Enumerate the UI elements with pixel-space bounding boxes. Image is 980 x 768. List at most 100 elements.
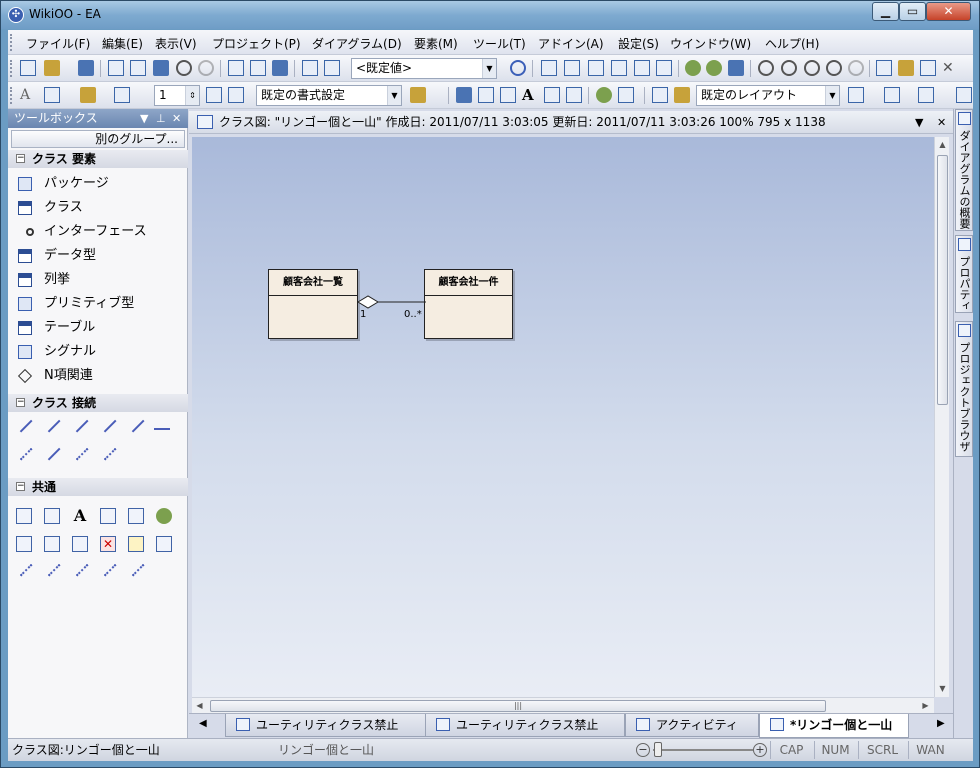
menu-edit[interactable]: 編集(E) — [102, 35, 143, 52]
realize-common-icon[interactable] — [43, 559, 61, 577]
spinner-icon[interactable]: ⇕ — [185, 86, 199, 105]
page-setup-icon[interactable] — [250, 60, 266, 76]
section-class-connectors[interactable]: − クラス 接続 — [8, 394, 188, 412]
zoom-in-icon[interactable] — [758, 60, 774, 76]
menu-file[interactable]: ファイル(F) — [26, 35, 90, 52]
close-button[interactable]: ✕ — [926, 2, 971, 21]
chevron-down-icon[interactable]: ▼ — [482, 59, 496, 78]
menu-settings[interactable]: 設定(S) — [618, 35, 659, 52]
brush-icon[interactable] — [920, 60, 936, 76]
tool-class[interactable]: クラス — [8, 196, 188, 220]
collapse-icon[interactable]: − — [16, 398, 25, 407]
tool-primitive[interactable]: プリミティブ型 — [8, 292, 188, 316]
text-icon[interactable]: A — [522, 87, 538, 103]
find-document-icon[interactable] — [324, 60, 340, 76]
same-height-icon[interactable] — [656, 60, 672, 76]
cut-icon[interactable] — [108, 60, 124, 76]
scroll-thumb[interactable] — [937, 155, 948, 405]
highlighter-icon[interactable] — [410, 87, 426, 103]
artifact-icon[interactable] — [44, 508, 60, 524]
menu-help[interactable]: ヘルプ(H) — [765, 35, 819, 52]
dropdown-icon[interactable]: ▼ — [140, 109, 148, 128]
line-color-icon[interactable] — [114, 87, 130, 103]
uml-class-list[interactable]: 顧客会社一覧 — [268, 269, 358, 339]
feature-icon[interactable] — [128, 536, 144, 552]
zoom-normal-icon[interactable] — [804, 60, 820, 76]
menu-element[interactable]: 要素(M) — [414, 35, 458, 52]
minimize-button[interactable]: ▁ — [872, 2, 899, 21]
association-class-icon[interactable] — [127, 415, 145, 433]
panel-icon[interactable] — [956, 87, 972, 103]
menu-grip[interactable] — [10, 34, 13, 51]
toolbar-grip[interactable] — [10, 60, 13, 77]
note-icon[interactable] — [16, 508, 32, 524]
layout-combo[interactable]: 既定のレイアウト ▼ — [696, 85, 840, 106]
association-icon[interactable] — [15, 415, 33, 433]
collapse-icon[interactable]: − — [16, 482, 25, 491]
grid-icon[interactable] — [848, 87, 864, 103]
list-icon[interactable] — [100, 508, 116, 524]
tool-datatype[interactable]: データ型 — [8, 244, 188, 268]
trace-icon[interactable] — [99, 443, 117, 461]
boundary-icon[interactable] — [156, 536, 172, 552]
directed-association-icon[interactable] — [43, 415, 61, 433]
align-bottom-icon[interactable] — [611, 60, 627, 76]
note-link-icon[interactable] — [127, 559, 145, 577]
document-icon[interactable] — [302, 60, 318, 76]
chevron-down-icon[interactable]: ▼ — [387, 86, 401, 105]
diagram-canvas[interactable]: 顧客会社一覧 顧客会社一件 1 0..* — [192, 137, 934, 697]
align-left-icon[interactable] — [541, 60, 557, 76]
tab-apple-diagram[interactable]: *リンゴー個と一山 — [759, 714, 909, 738]
hierarchy-icon[interactable] — [876, 60, 892, 76]
menu-project[interactable]: プロジェクト(P) — [212, 35, 301, 52]
pick-style-icon[interactable] — [228, 87, 244, 103]
uml-class-single[interactable]: 顧客会社一件 — [424, 269, 513, 339]
image-icon[interactable] — [544, 87, 560, 103]
dock-tab-project-browser[interactable]: プロジェクトブラウザ — [955, 321, 973, 457]
title-bar[interactable]: ✣ WikiOO - EA ▁ ▭ ✕ — [1, 1, 979, 29]
forward-arrow-icon[interactable] — [706, 60, 722, 76]
note-icon[interactable] — [456, 87, 472, 103]
dropdown-icon[interactable]: ▼ — [915, 111, 923, 134]
scroll-right-icon[interactable]: ▶ — [918, 698, 933, 713]
nesting-icon[interactable] — [43, 443, 61, 461]
zoom-fit-icon[interactable] — [826, 60, 842, 76]
tool-interface[interactable]: インターフェース — [8, 220, 188, 244]
target-icon[interactable] — [510, 60, 526, 76]
menu-addin[interactable]: アドイン(A) — [538, 35, 604, 52]
tool-enumeration[interactable]: 列挙 — [8, 268, 188, 292]
diagram-frame-icon[interactable] — [128, 508, 144, 524]
hyperlink-icon[interactable] — [596, 87, 612, 103]
text-box-icon[interactable] — [500, 87, 516, 103]
new-file-icon[interactable] — [20, 60, 36, 76]
defect-icon[interactable]: ✕ — [100, 536, 116, 552]
tab-next-icon[interactable]: ▶ — [937, 718, 945, 729]
change-icon[interactable] — [72, 536, 88, 552]
layout-icon[interactable] — [652, 87, 668, 103]
menu-window[interactable]: ウインドウ(W) — [670, 35, 751, 52]
tool-package[interactable]: パッケージ — [8, 172, 188, 196]
section-common[interactable]: − 共通 — [8, 478, 188, 496]
tool-nary-association[interactable]: N項関連 — [8, 364, 188, 388]
composition-icon[interactable] — [99, 415, 117, 433]
font-icon[interactable]: A — [20, 87, 36, 103]
scroll-down-icon[interactable]: ▼ — [935, 681, 950, 696]
dependency-common-icon[interactable] — [15, 559, 33, 577]
line-width-input[interactable]: 1 ⇕ — [154, 85, 200, 106]
undo-icon[interactable] — [176, 60, 192, 76]
font-size-icon[interactable] — [44, 87, 60, 103]
maximize-button[interactable]: ▭ — [899, 2, 926, 21]
tab-utility-class-2[interactable]: ユーティリティクラス禁止 — [425, 714, 625, 737]
scroll-thumb[interactable]: ||| — [210, 700, 826, 712]
zoom-disabled-icon[interactable] — [848, 60, 864, 76]
close-icon[interactable]: ✕ — [937, 111, 946, 134]
generalization-icon[interactable] — [71, 415, 89, 433]
tab-prev-icon[interactable]: ◀ — [199, 718, 207, 729]
line-style-icon[interactable] — [918, 87, 934, 103]
scroll-left-icon[interactable]: ◀ — [192, 698, 207, 713]
format-combo[interactable]: 既定の書式設定 ▼ — [256, 85, 402, 106]
information-flow-icon[interactable] — [99, 559, 117, 577]
paste-icon[interactable] — [153, 60, 169, 76]
settings-dialog-icon[interactable] — [898, 60, 914, 76]
zoom-slider-track[interactable] — [653, 749, 753, 751]
